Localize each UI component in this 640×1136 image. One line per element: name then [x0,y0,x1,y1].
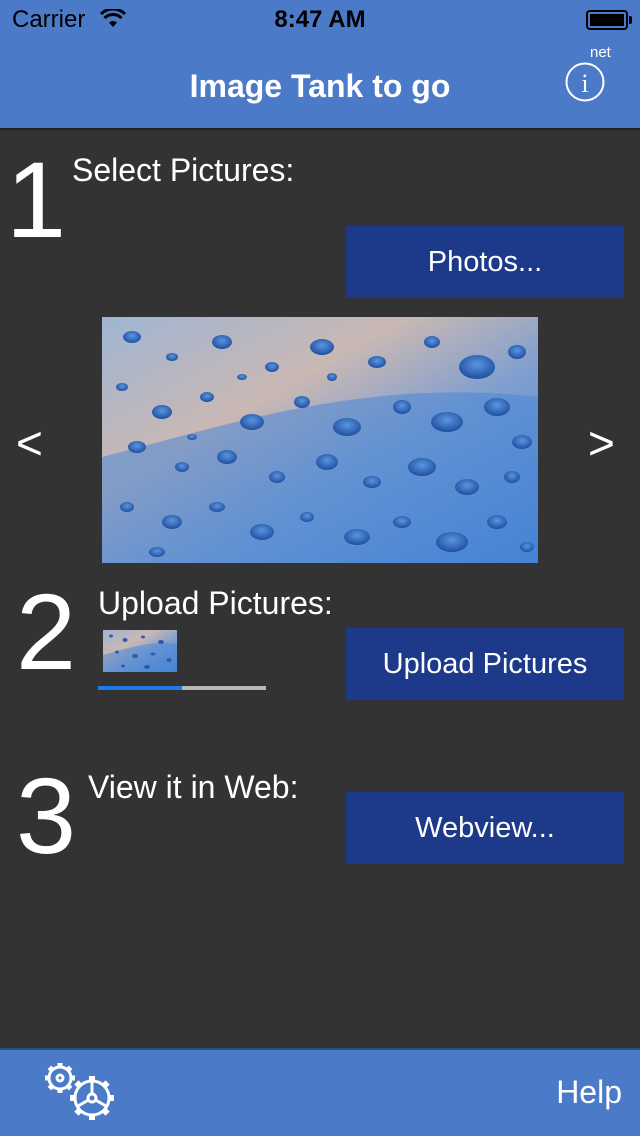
upload-progress-bar [98,686,266,690]
step-number-1: 1 [6,139,67,260]
step-number-2: 2 [16,571,77,692]
status-bar: Carrier 8:47 AM [0,0,640,40]
gears-icon[interactable] [40,1058,124,1124]
view-in-web-label: View it in Web: [88,769,299,805]
upload-progress-fill [98,686,182,690]
selected-photo [102,317,538,563]
help-button[interactable]: Help [556,1072,622,1112]
battery-icon [586,10,628,30]
next-image-button[interactable]: > [588,418,615,468]
upload-pictures-button[interactable]: Upload Pictures [346,628,624,700]
page-title: Image Tank to go [189,68,451,104]
clock: 8:47 AM [274,6,366,33]
info-badge: net [590,44,611,61]
nav-divider [0,128,640,130]
webview-button[interactable]: Webview... [346,792,624,864]
info-icon[interactable]: i [565,62,605,102]
step-number-3: 3 [16,755,77,876]
battery-tip [629,16,632,24]
upload-pictures-label: Upload Pictures: [98,585,333,621]
svg-text:i: i [581,69,588,98]
navigation-bar: Carrier 8:47 AM Image Tank to go net i [0,0,640,128]
previous-image-button[interactable]: < [16,418,43,468]
select-pictures-label: Select Pictures: [72,152,295,188]
photos-button[interactable]: Photos... [346,226,624,298]
upload-thumbnail [103,630,177,672]
